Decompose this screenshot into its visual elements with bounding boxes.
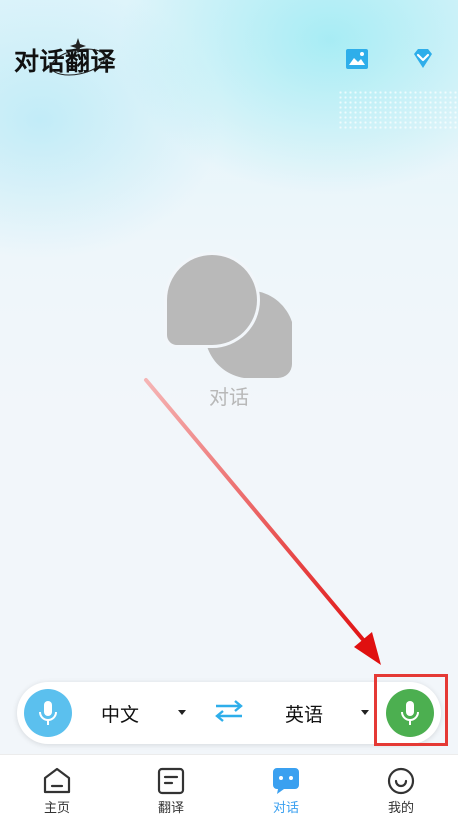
smiley-icon bbox=[387, 767, 415, 795]
tab-label: 翻译 bbox=[157, 801, 184, 816]
tab-translate[interactable]: 翻译 bbox=[114, 755, 228, 821]
chat-bubbles-icon bbox=[164, 252, 292, 378]
source-mic-button[interactable] bbox=[24, 689, 72, 737]
microphone-icon bbox=[39, 701, 57, 725]
home-icon bbox=[43, 767, 71, 794]
tab-label: 主页 bbox=[43, 801, 70, 816]
annotation-highlight-box bbox=[374, 674, 448, 746]
sparkle-orbit-icon bbox=[50, 38, 106, 76]
tab-home[interactable]: 主页 bbox=[0, 755, 114, 821]
swap-arrows-icon[interactable] bbox=[213, 698, 245, 724]
chevron-down-icon[interactable] bbox=[178, 710, 186, 715]
chat-icon bbox=[273, 768, 299, 794]
target-language[interactable]: 英语 bbox=[285, 700, 323, 727]
document-icon bbox=[157, 767, 185, 795]
diamond-vip-icon[interactable] bbox=[410, 46, 436, 72]
dot-pattern bbox=[338, 90, 458, 130]
empty-state-label: 对话 bbox=[209, 385, 249, 409]
bottom-tab-bar: 主页 翻译 对话 我的 bbox=[0, 754, 458, 821]
source-language[interactable]: 中文 bbox=[101, 700, 139, 727]
chevron-down-icon[interactable] bbox=[361, 710, 369, 715]
tab-dialogue[interactable]: 对话 bbox=[229, 755, 343, 821]
tab-profile[interactable]: 我的 bbox=[344, 755, 458, 821]
image-icon[interactable] bbox=[344, 46, 370, 72]
tab-label: 我的 bbox=[387, 801, 414, 816]
tab-label: 对话 bbox=[272, 801, 299, 816]
